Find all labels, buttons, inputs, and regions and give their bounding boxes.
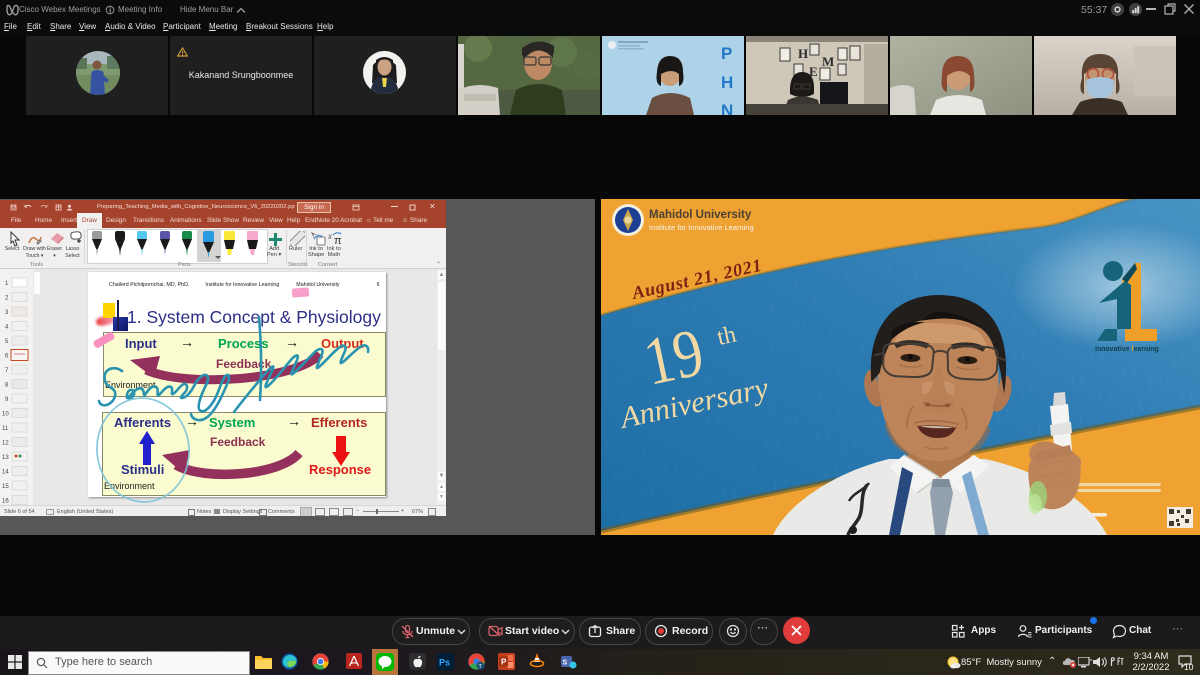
svg-text:x: x (328, 232, 333, 241)
svg-text:14: 14 (2, 470, 9, 476)
svg-text:S: S (563, 660, 568, 667)
svg-text:6: 6 (5, 354, 9, 360)
svg-text:15: 15 (2, 484, 9, 490)
svg-text:9: 9 (5, 397, 9, 403)
svg-text:12: 12 (2, 441, 9, 447)
svg-text:13: 13 (2, 455, 9, 461)
svg-text:P: P (721, 44, 732, 63)
svg-text:2: 2 (5, 296, 9, 302)
svg-text:Ps: Ps (439, 658, 450, 668)
svg-text:π: π (334, 235, 342, 246)
svg-text:8: 8 (5, 383, 9, 389)
svg-text:7: 7 (5, 368, 9, 374)
svg-text:innovative learning: innovative learning (1095, 346, 1159, 353)
svg-text:N: N (721, 101, 733, 115)
svg-text:M: M (822, 54, 834, 69)
svg-text:1: 1 (5, 281, 9, 287)
svg-text:H: H (798, 46, 808, 61)
svg-text:P: P (501, 658, 507, 667)
svg-text:11: 11 (2, 426, 9, 432)
svg-text:16: 16 (2, 499, 9, 505)
svg-text:Mahidol University: Mahidol University (649, 209, 752, 221)
svg-text:5: 5 (5, 339, 9, 345)
svg-text:4: 4 (5, 325, 9, 331)
svg-text:H: H (721, 73, 733, 92)
svg-text:Institute for Innovative Learn: Institute for Innovative Learning (649, 223, 754, 232)
svg-text:3: 3 (5, 310, 9, 316)
svg-text:10: 10 (2, 412, 9, 418)
